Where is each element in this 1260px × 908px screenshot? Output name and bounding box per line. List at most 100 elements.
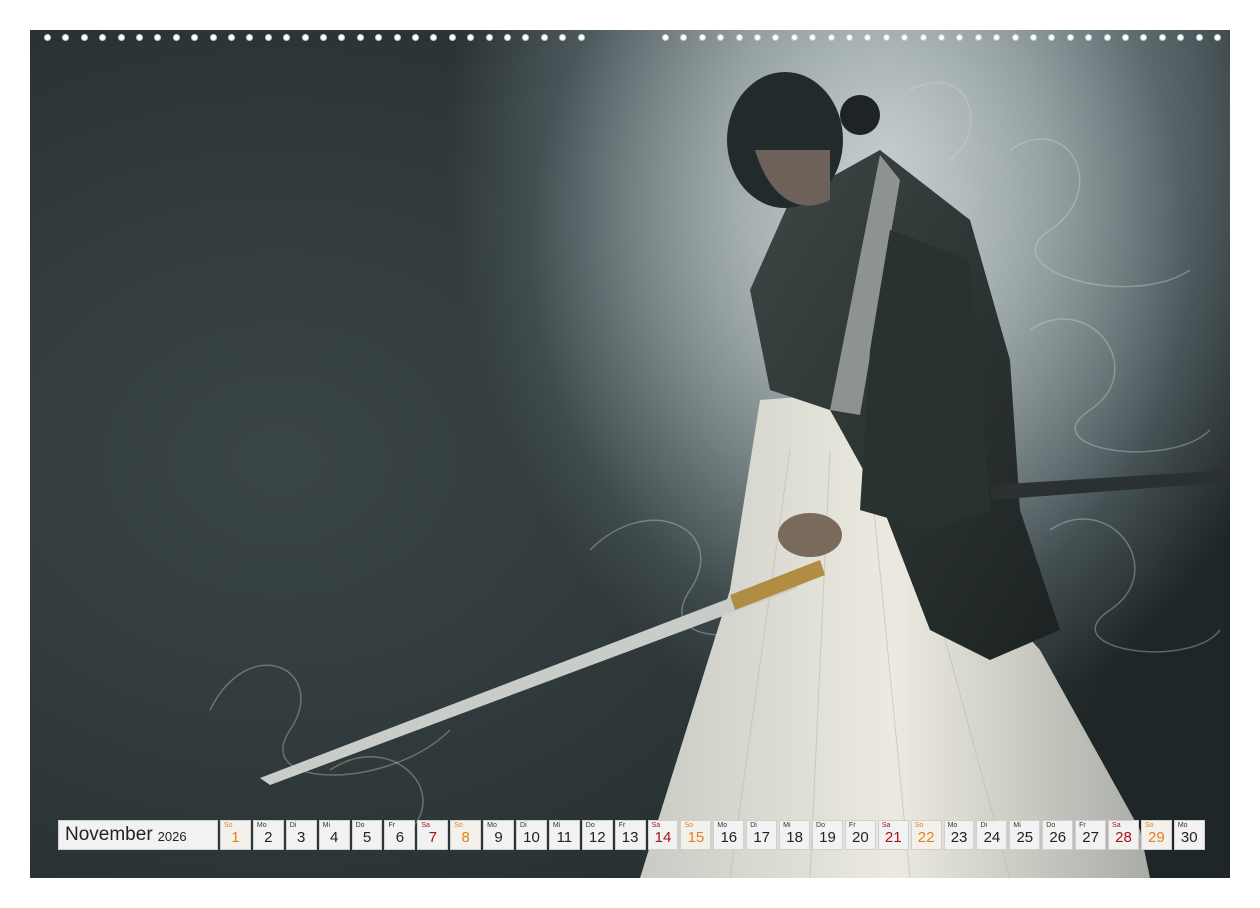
binding-hole — [283, 34, 291, 41]
binding-hole — [1103, 34, 1111, 41]
binding-hole — [412, 34, 419, 41]
samurai-illustration — [209, 30, 1230, 878]
day-number: 2 — [264, 829, 273, 846]
binding-hole — [172, 34, 180, 41]
day-weekday: So — [1144, 822, 1154, 829]
binding-hole — [717, 34, 725, 41]
day-number: 22 — [917, 829, 935, 846]
day-number: 18 — [786, 829, 803, 846]
binding-hole — [1140, 34, 1148, 41]
day-cell: Sa 7 — [417, 820, 449, 850]
day-weekday: Mo — [717, 822, 728, 829]
day-number: 26 — [1049, 829, 1067, 846]
day-cell: Di 17 — [746, 820, 778, 850]
binding-hole — [919, 34, 927, 41]
day-number: 5 — [362, 829, 372, 846]
day-number: 20 — [852, 829, 869, 846]
calendar-page: November 2026 So 1 Mo 2 Di 3 Mi 4 Do 5 Fr 6 Sa 7 So 8 Mo… — [0, 0, 1260, 908]
binding-hole — [772, 34, 780, 41]
binding-hole — [1214, 34, 1221, 41]
day-cell: So 15 — [680, 820, 712, 850]
day-number: 4 — [329, 829, 339, 846]
day-weekday: Di — [750, 822, 757, 829]
binding-hole — [540, 34, 548, 41]
binding-hole — [698, 34, 706, 41]
day-number: 21 — [884, 829, 902, 846]
day-weekday: Di — [289, 822, 297, 829]
day-number: 8 — [461, 829, 470, 846]
day-weekday: Fr — [618, 822, 626, 829]
day-weekday: Sa — [1112, 822, 1121, 829]
day-weekday: Di — [520, 822, 527, 829]
day-cell: Fr 13 — [614, 820, 646, 850]
day-weekday: Fr — [1079, 822, 1086, 829]
binding-hole — [974, 34, 982, 41]
day-number: 28 — [1115, 829, 1132, 846]
day-number: 24 — [983, 829, 1001, 846]
day-weekday: Mo — [256, 822, 267, 829]
day-cell: Do 19 — [812, 820, 843, 850]
binding-hole — [993, 34, 1001, 41]
binding-hole — [1122, 34, 1129, 41]
samurai-photo — [30, 30, 1230, 878]
binding-hole — [356, 34, 364, 41]
day-weekday: Mi — [1013, 822, 1021, 829]
day-cell: So 1 — [220, 820, 251, 850]
day-number: 3 — [297, 829, 306, 846]
day-cell: Fr 27 — [1075, 820, 1107, 850]
day-number: 30 — [1180, 829, 1198, 846]
day-cell: Sa 28 — [1108, 820, 1139, 850]
binding-hole — [99, 34, 107, 41]
day-weekday: So — [914, 822, 924, 829]
binding-hole — [448, 34, 456, 41]
day-number: 23 — [950, 829, 968, 846]
day-weekday: Mo — [1177, 822, 1188, 829]
day-number: 19 — [819, 829, 836, 846]
day-number: 9 — [494, 829, 503, 846]
day-cell: Mi 25 — [1009, 820, 1041, 850]
binding-hole — [467, 34, 475, 41]
day-number: 16 — [720, 829, 738, 846]
binding-hole — [209, 34, 217, 41]
day-cell: Sa 14 — [647, 820, 679, 850]
day-weekday: Di — [980, 822, 988, 829]
day-weekday: Mo — [487, 822, 497, 829]
day-number: 11 — [556, 829, 573, 846]
day-weekday: Do — [355, 822, 365, 829]
day-cell: Mi 18 — [779, 820, 811, 850]
binding-hole — [264, 34, 272, 41]
day-weekday: Sa — [421, 822, 430, 829]
day-cell: Do 26 — [1042, 820, 1074, 850]
day-number: 12 — [588, 829, 606, 846]
binding-hole — [1048, 34, 1056, 41]
hanger-cutout — [611, 0, 649, 19]
binding-hole — [1011, 34, 1019, 41]
day-weekday: Mi — [322, 822, 331, 829]
binding-hole — [62, 34, 70, 41]
day-number: 6 — [395, 829, 405, 846]
day-cell: Mi 4 — [318, 820, 350, 850]
day-weekday: Do — [816, 822, 825, 829]
day-cell: Mo 9 — [483, 820, 515, 850]
binding-hole — [320, 34, 327, 41]
day-cell: So 22 — [910, 820, 942, 850]
binding-hole — [559, 34, 567, 41]
binding-hole — [136, 34, 143, 41]
binding-hole — [44, 34, 51, 41]
day-weekday: Fr — [388, 822, 396, 829]
month-name: November — [65, 824, 153, 845]
day-number: 7 — [428, 829, 437, 846]
day-weekday: Mi — [552, 822, 561, 829]
month-label: November 2026 — [58, 820, 218, 850]
binding-hole — [1085, 34, 1093, 41]
binding-hole — [154, 34, 162, 41]
day-cell: Di 24 — [976, 820, 1008, 850]
binding-hole — [754, 34, 761, 41]
binding-hole — [1066, 34, 1074, 41]
day-cell: Di 3 — [285, 820, 317, 850]
binding-hole — [864, 34, 872, 41]
binding-hole — [522, 34, 530, 41]
binding-hole — [228, 34, 235, 41]
day-cell: Mo 16 — [713, 820, 745, 850]
wire-binding — [30, 28, 1230, 48]
